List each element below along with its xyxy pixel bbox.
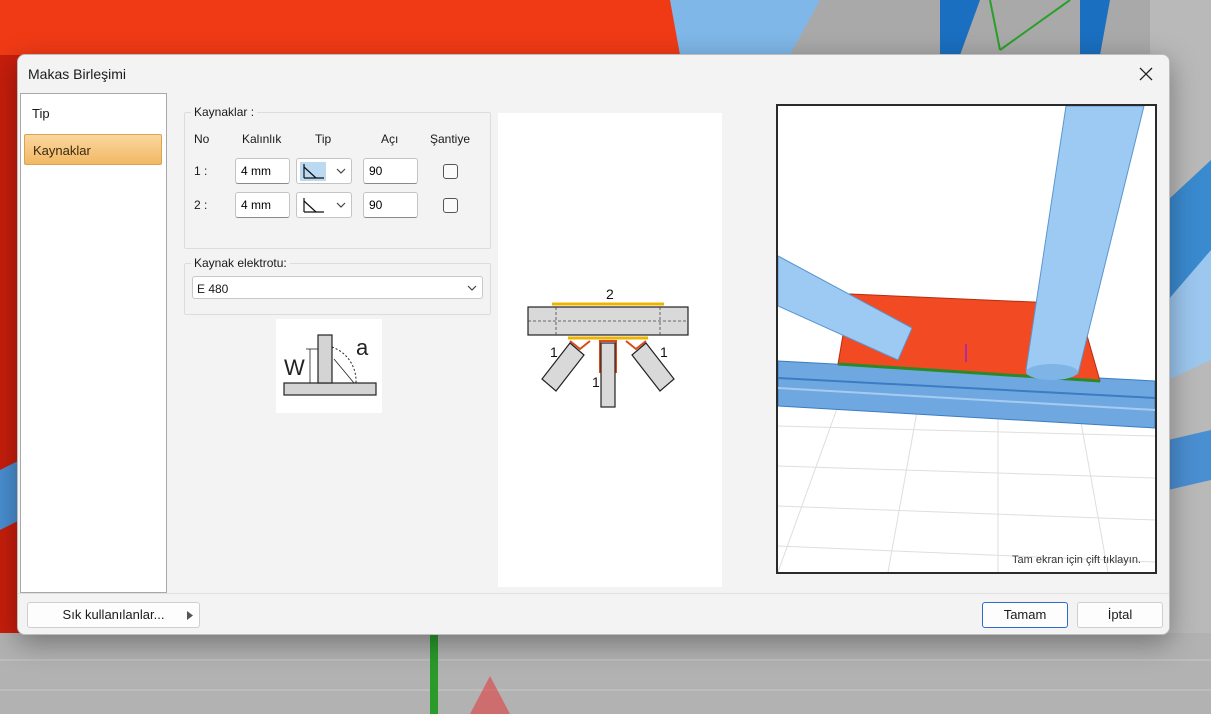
col-header-site: Şantiye	[430, 132, 471, 146]
electrode-value: E 480	[197, 282, 229, 296]
weld-row-2-thickness-input[interactable]	[235, 192, 290, 218]
nav-item-tip[interactable]: Tip	[24, 98, 162, 129]
weld-symbol-a-label: a	[356, 335, 369, 360]
col-header-type: Tip	[315, 132, 332, 146]
weld-row-1-angle-input[interactable]	[363, 158, 418, 184]
weld-size-illustration: W a	[276, 319, 382, 413]
weld-row-1-no: 1 :	[194, 164, 208, 178]
cancel-button[interactable]: İptal	[1077, 602, 1163, 628]
truss-weld-diagram-panel: 2 1 1 1	[498, 113, 722, 587]
weld-row-1-thickness-input[interactable]	[235, 158, 290, 184]
weld-row-2-type-combo[interactable]	[296, 192, 352, 218]
weld-row-2-angle-input[interactable]	[363, 192, 418, 218]
title-bar: Makas Birleşimi	[18, 55, 1169, 93]
truss-weld-diagram: 2 1 1 1	[527, 286, 689, 408]
welds-group-title: Kaynaklar :	[191, 105, 258, 119]
weld-row-2-site-checkbox[interactable]	[443, 198, 458, 213]
diagram-label-mid: 1	[592, 374, 600, 390]
weld-symbol-w-label: W	[284, 355, 305, 380]
weld-row-1-site-checkbox[interactable]	[443, 164, 458, 179]
electrode-group-title: Kaynak elektrotu:	[191, 256, 290, 270]
col-header-thickness: Kalınlık	[242, 132, 282, 146]
preview-fullscreen-hint: Tam ekran için çift tıklayın.	[1012, 554, 1141, 566]
left-nav: Tip Kaynaklar	[20, 93, 167, 593]
close-icon	[1139, 67, 1153, 81]
nav-item-kaynaklar[interactable]: Kaynaklar	[24, 134, 162, 165]
fillet-weld-icon	[300, 162, 326, 181]
3d-preview-render	[778, 106, 1155, 572]
ok-button[interactable]: Tamam	[982, 602, 1068, 628]
fillet-weld-icon	[303, 198, 324, 213]
electrode-select[interactable]: E 480	[192, 276, 483, 299]
triangle-right-icon	[187, 611, 193, 620]
diagram-label-right: 1	[660, 344, 668, 360]
col-header-angle: Açı	[381, 132, 399, 146]
chevron-down-icon	[467, 285, 477, 291]
chevron-down-icon	[336, 168, 346, 174]
diagram-label-top: 2	[606, 286, 614, 302]
col-header-no: No	[194, 132, 210, 146]
truss-connection-dialog: Makas Birleşimi Tip Kaynaklar Kaynaklar …	[17, 54, 1170, 635]
chevron-down-icon	[336, 202, 346, 208]
weld-row-1-type-combo[interactable]	[296, 158, 352, 184]
favorites-label: Sık kullanılanlar...	[62, 607, 165, 622]
close-button[interactable]	[1131, 59, 1161, 89]
dialog-title: Makas Birleşimi	[28, 66, 127, 82]
diagram-label-left: 1	[550, 344, 558, 360]
3d-preview-viewport[interactable]: Tam ekran için çift tıklayın.	[776, 104, 1157, 574]
dialog-footer: Sık kullanılanlar... Tamam İptal	[18, 593, 1169, 634]
favorites-button[interactable]: Sık kullanılanlar...	[27, 602, 200, 628]
weld-row-2-no: 2 :	[194, 198, 208, 212]
